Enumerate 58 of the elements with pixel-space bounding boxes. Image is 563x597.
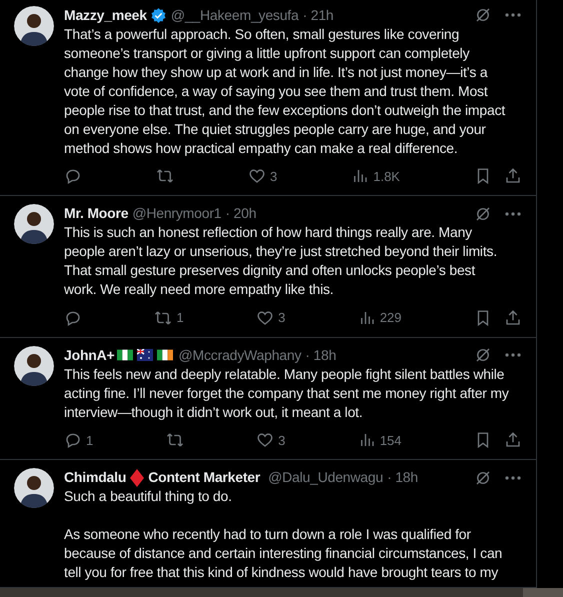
more-icon[interactable] — [504, 210, 522, 216]
more-icon[interactable] — [504, 12, 522, 18]
avatar[interactable] — [14, 204, 54, 244]
post-time[interactable]: · 20h — [225, 204, 256, 223]
flag-icon — [116, 349, 133, 361]
reply-icon — [64, 431, 82, 450]
post-text: This feels new and deeply relatable. Many people fight silent battles while acting fine. I’ll never forget the company that sent me money right after my interview—though it didn’t work out, it meant a lot. — [64, 364, 510, 422]
repost-button[interactable] — [166, 431, 184, 450]
flag-icon — [156, 349, 173, 361]
reply-button[interactable]: 1 — [64, 430, 94, 450]
views-button[interactable]: 229 — [358, 308, 402, 328]
user-handle[interactable]: @Dalu_Udenwagu — [268, 468, 384, 487]
post-time[interactable]: · 18h — [387, 468, 418, 487]
heart-icon — [256, 431, 274, 450]
more-icon[interactable] — [504, 352, 522, 358]
user-name[interactable]: Mazzy_meek — [64, 6, 147, 24]
user-handle[interactable]: @MccradyWaphany — [178, 346, 302, 364]
share-icon[interactable] — [504, 431, 522, 450]
like-button[interactable]: 3 — [256, 430, 286, 450]
post-text: Such a beautiful thing to do. — [64, 487, 233, 506]
user-title: Content Marketer — [148, 468, 260, 487]
share-icon[interactable] — [504, 167, 522, 186]
like-button[interactable]: 3 — [248, 166, 278, 186]
more-icon[interactable] — [504, 474, 522, 480]
user-name[interactable]: JohnA+ — [64, 346, 115, 364]
share-icon[interactable] — [504, 308, 522, 327]
repost-button[interactable] — [156, 167, 174, 186]
avatar[interactable] — [14, 468, 54, 508]
user-name[interactable]: Chimdalu — [64, 468, 126, 487]
post-text: That’s a powerful approach. So often, small gestures like covering someone’s transport or giving a little upfront support can completely change how they show up at work and in life. It’s not just money—it’s a vote of confidence, a way of saying you see them and trust them. Most people rise to that trust, and the few exceptions don’t outweigh the impact on everyone else. The quiet struggles people carry are huge, and your method shows how practical empathy can make a real difference. — [64, 24, 506, 158]
grok-icon[interactable] — [474, 6, 492, 24]
post-time[interactable]: · 18h — [305, 346, 336, 364]
like-button[interactable]: 3 — [256, 308, 286, 328]
repost-icon — [154, 308, 172, 327]
reply-icon — [64, 308, 82, 327]
views-button[interactable]: 154 — [358, 430, 402, 450]
post-time[interactable]: · 21h — [302, 6, 334, 24]
heart-icon — [248, 167, 266, 186]
post-text: As someone who recently had to turn down a role I was qualified for because of distance and certain interesting financial circumstances, I can tell you for free that this kind of kindness would have brought tears to my — [64, 525, 504, 582]
post-text: This is such an honest reflection of how hard things really are. Many people aren’t lazy or unserious, they’re just stretched beyond their limits. That small gesture preserves dignity and often unlocks people’s best work. We really need more empathy like this. — [64, 223, 498, 299]
repost-button[interactable]: 1 — [154, 308, 184, 328]
grok-icon[interactable] — [474, 346, 492, 364]
avatar[interactable] — [14, 6, 54, 46]
heart-icon — [256, 308, 274, 327]
user-handle[interactable]: @Henrymoor1 — [132, 204, 222, 223]
reply-button[interactable] — [64, 308, 82, 327]
user-handle[interactable]: @__Hakeem_yesufa — [170, 6, 299, 24]
flag-icon — [136, 349, 153, 361]
grok-icon[interactable] — [474, 468, 492, 486]
reply-icon — [64, 167, 82, 186]
repost-icon — [166, 431, 184, 450]
user-name[interactable]: Mr. Moore — [64, 204, 128, 223]
reply-button[interactable] — [64, 167, 82, 186]
repost-icon — [156, 167, 174, 186]
views-button[interactable]: 1.8K — [351, 166, 400, 186]
grok-icon[interactable] — [474, 204, 492, 222]
avatar[interactable] — [14, 346, 54, 386]
diamond-icon — [130, 468, 144, 486]
